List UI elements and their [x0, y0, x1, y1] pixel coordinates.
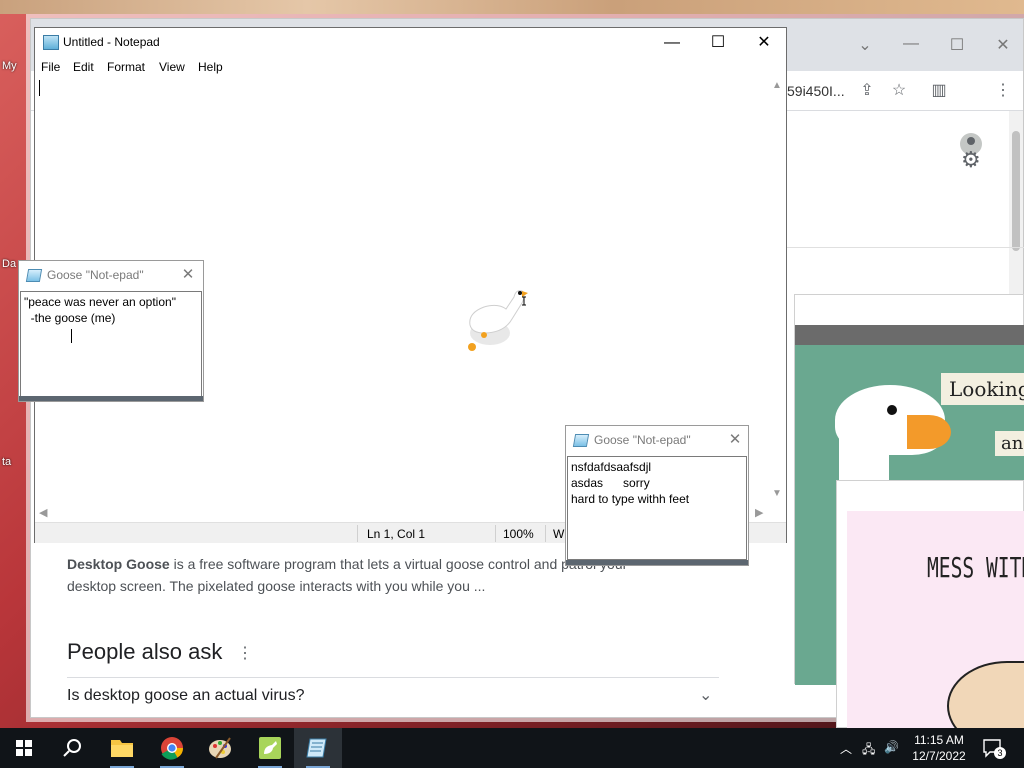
menu-file[interactable]: File	[41, 60, 60, 74]
minimize-icon[interactable]: —	[899, 35, 923, 53]
close-icon[interactable]: ✕	[726, 430, 744, 448]
bookmark-star-icon[interactable]: ☆	[889, 81, 909, 101]
goose-note-text[interactable]: "peace was never an option" -the goose (…	[20, 291, 202, 397]
taskbar-clock[interactable]: 11:15 AM 12/7/2022	[904, 732, 974, 764]
status-separator	[357, 525, 358, 542]
notepad-icon	[306, 738, 327, 758]
window-title: Untitled - Notepad	[63, 35, 160, 49]
cartoon-hand	[947, 661, 1024, 729]
desktop-goose[interactable]	[464, 283, 534, 353]
paint-button[interactable]	[196, 728, 244, 768]
close-icon[interactable]: ✕	[179, 265, 197, 283]
cursor-position: Ln 1, Col 1	[367, 527, 426, 541]
scroll-right-icon[interactable]: ▶	[755, 506, 763, 519]
chevron-down-icon[interactable]: ⌄	[699, 685, 712, 705]
network-icon[interactable]: 🖧	[862, 740, 875, 761]
search-icon	[63, 739, 81, 757]
goose-app-icon	[259, 737, 281, 759]
goose-eye	[887, 405, 897, 415]
image-result[interactable]: MESS WITH	[836, 480, 1024, 729]
chrome-icon	[161, 737, 183, 760]
search-button[interactable]	[48, 728, 96, 768]
settings-gear-icon[interactable]: ⚙	[961, 147, 981, 173]
goose-note-window[interactable]: Goose "Not-epad" ✕ nsfdafdsaafsdjl asdas…	[565, 425, 749, 566]
scroll-left-icon[interactable]: ◀	[39, 506, 47, 519]
notepad-app-icon	[25, 269, 43, 282]
menu-format[interactable]: Format	[107, 60, 145, 74]
maximize-button[interactable]: ☐	[695, 30, 741, 56]
scroll-up-icon[interactable]: ▲	[772, 80, 782, 91]
wallpaper-strip	[0, 0, 1024, 14]
maximize-icon[interactable]: ☐	[945, 35, 969, 55]
minimize-button[interactable]: —	[649, 30, 695, 56]
clock-date: 12/7/2022	[912, 749, 966, 763]
goose-note-text[interactable]: nsfdafdsaafsdjl asdas sorry hard to type…	[567, 456, 747, 560]
more-options-icon[interactable]: ⋮	[237, 643, 253, 663]
image-caption: Looking	[941, 373, 1024, 405]
close-icon[interactable]: ✕	[991, 35, 1015, 55]
menu-view[interactable]: View	[159, 60, 185, 74]
menu-kebab-icon[interactable]: ⋮	[993, 81, 1013, 101]
notepad-titlebar[interactable]: Untitled - Notepad — ☐ ✕	[35, 28, 786, 58]
goose-note-titlebar[interactable]: Goose "Not-epad" ✕	[19, 261, 203, 289]
image-caption: and	[995, 431, 1024, 456]
goose-note-border	[19, 396, 203, 401]
goose-app-button[interactable]	[246, 728, 294, 768]
vertical-scrollbar[interactable]: ▲ ▼	[769, 78, 786, 504]
volume-icon[interactable]: 🔊	[884, 740, 899, 754]
status-separator	[545, 525, 546, 542]
folder-icon	[111, 740, 133, 757]
chrome-button[interactable]	[148, 728, 196, 768]
text-caret	[71, 329, 72, 343]
start-button[interactable]	[0, 728, 48, 768]
desktop-icon-label[interactable]: Da	[2, 258, 16, 270]
scroll-down-icon[interactable]: ▼	[772, 488, 782, 499]
goose-beak	[907, 415, 951, 449]
notepad-taskbar-button[interactable]	[294, 728, 342, 768]
side-panel-icon[interactable]: ▥	[929, 81, 949, 101]
cartoon-image: MESS WITH	[847, 511, 1024, 729]
line-ending: W	[553, 527, 565, 541]
menu-bar: File Edit Format View Help	[35, 58, 786, 78]
goose-note-titlebar[interactable]: Goose "Not-epad" ✕	[566, 426, 748, 454]
tab-search-chevron-icon[interactable]: ⌄	[853, 35, 877, 55]
browser-scrollbar[interactable]	[1009, 111, 1023, 311]
desktop-icon-label[interactable]: My	[2, 60, 17, 72]
goose-note-border	[566, 560, 748, 565]
notepad-app-icon	[572, 434, 590, 447]
goose-note-title: Goose "Not-epad"	[594, 433, 691, 447]
notification-center-button[interactable]: 3	[982, 738, 1006, 759]
show-hidden-icons-chevron-icon[interactable]: ︿	[840, 740, 852, 757]
snippet-title[interactable]: Desktop Goose	[67, 556, 170, 572]
search-result-snippet: Desktop Goose is a free software program…	[67, 553, 647, 597]
notepad-app-icon	[43, 35, 59, 50]
share-icon[interactable]: ⇪	[857, 81, 877, 101]
taskbar: ︿ 🖧 🔊 11:15 AM 12/7/2022 3	[0, 728, 1024, 768]
paint-palette-icon	[209, 737, 231, 759]
goose-note-window[interactable]: Goose "Not-epad" ✕ "peace was never an o…	[18, 260, 204, 402]
clock-time: 11:15 AM	[914, 733, 964, 747]
menu-edit[interactable]: Edit	[73, 60, 94, 74]
address-bar-text[interactable]: 59i450I...	[787, 83, 845, 99]
people-also-ask-heading: People also ask	[67, 639, 223, 664]
paa-question[interactable]: Is desktop goose an actual virus?	[67, 687, 304, 705]
divider	[787, 247, 1024, 248]
menu-help[interactable]: Help	[198, 60, 223, 74]
windows-logo-icon	[16, 740, 32, 756]
close-button[interactable]: ✕	[741, 30, 787, 56]
file-explorer-button[interactable]	[98, 728, 146, 768]
text-caret	[39, 80, 40, 96]
notification-count-badge: 3	[994, 747, 1006, 759]
status-separator	[495, 525, 496, 542]
desktop-icon-label[interactable]: ta	[2, 456, 11, 468]
goose-note-title: Goose "Not-epad"	[47, 268, 144, 282]
zoom-level: 100%	[503, 527, 534, 541]
image-caption: MESS WITH	[927, 551, 1024, 584]
divider	[67, 677, 719, 678]
